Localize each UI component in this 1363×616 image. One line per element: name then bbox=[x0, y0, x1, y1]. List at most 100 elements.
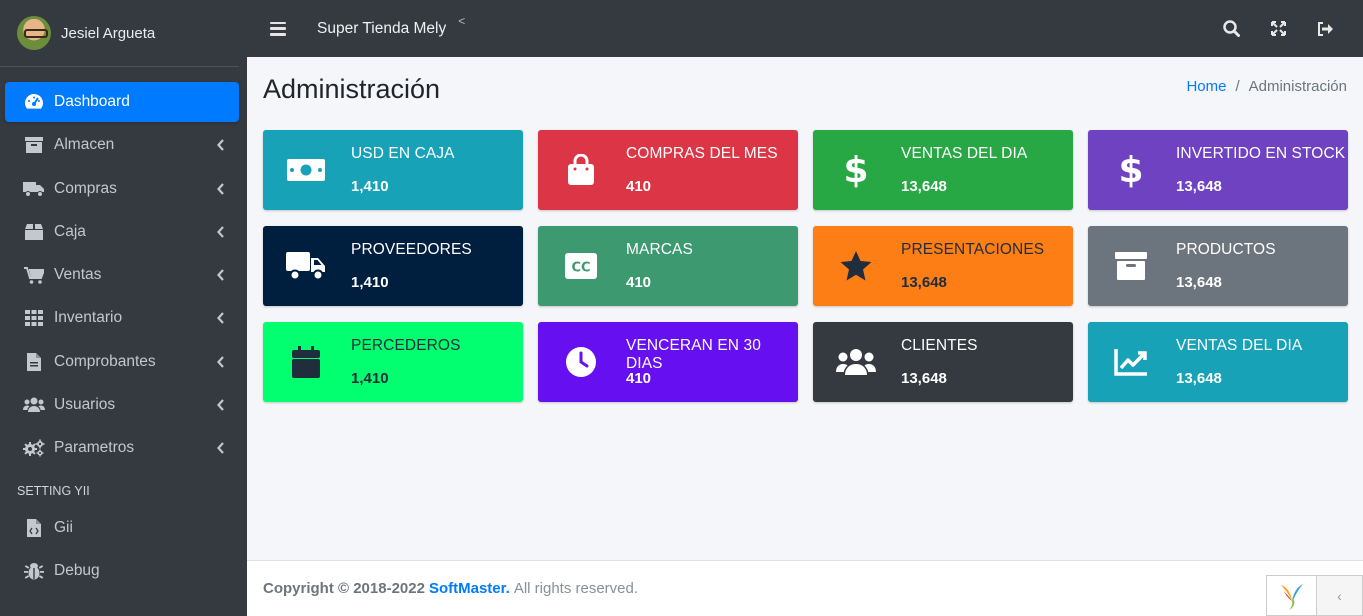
footer-rights: All rights reserved. bbox=[513, 580, 639, 597]
user-panel[interactable]: Jesiel Argueta bbox=[0, 0, 239, 67]
info-box-label: PRESENTACIONES bbox=[901, 241, 1045, 258]
sidebar-item-label: Inventario bbox=[54, 309, 123, 327]
grid-icon bbox=[23, 308, 45, 328]
info-box-venceran-en-30-dias[interactable]: VENCERAN EN 30 DIAS 410 bbox=[538, 322, 798, 402]
brand-caret: < bbox=[458, 13, 466, 28]
calendar-icon bbox=[285, 342, 327, 382]
info-box-value: 13,648 bbox=[901, 178, 947, 195]
bug-icon bbox=[23, 561, 45, 581]
file-code-icon bbox=[23, 518, 45, 538]
info-box-ventas-del-dia[interactable]: $ VENTAS DEL DIA 13,648 bbox=[813, 130, 1073, 210]
sidebar-item-compras[interactable]: Compras bbox=[5, 169, 239, 209]
footer-company-link[interactable]: SoftMaster. bbox=[429, 580, 510, 597]
user-name[interactable]: Jesiel Argueta bbox=[61, 25, 155, 42]
menu-toggle-icon[interactable] bbox=[270, 21, 286, 36]
info-box-value: 13,648 bbox=[901, 370, 947, 387]
info-box-label: COMPRAS DEL MES bbox=[626, 145, 778, 162]
sidebar-item-label: Ventas bbox=[54, 266, 102, 284]
info-box-invertido-en-stock[interactable]: $ INVERTIDO EN STOCK 13,648 bbox=[1088, 130, 1348, 210]
breadcrumb: Home / Administración bbox=[1186, 78, 1347, 95]
svg-text:CC: CC bbox=[571, 261, 590, 276]
info-box-label: USD EN CAJA bbox=[351, 145, 455, 162]
debug-toolbar-toggle[interactable]: ‹ bbox=[1317, 576, 1362, 615]
chevron-left-icon bbox=[217, 225, 225, 243]
info-box-label: MARCAS bbox=[626, 241, 693, 258]
avatar[interactable] bbox=[17, 16, 51, 50]
info-box-label: PERCEDEROS bbox=[351, 337, 461, 354]
info-box-label: VENCERAN EN 30 DIAS bbox=[626, 337, 761, 372]
info-box-marcas[interactable]: CC MARCAS 410 bbox=[538, 226, 798, 306]
sidebar-item-label: Usuarios bbox=[54, 396, 116, 414]
info-box-clientes[interactable]: CLIENTES 13,648 bbox=[813, 322, 1073, 402]
chevron-left-icon bbox=[217, 398, 225, 416]
cart-icon bbox=[23, 265, 45, 285]
sidebar-item-debug[interactable]: Debug bbox=[5, 551, 239, 591]
info-box-presentaciones[interactable]: PRESENTACIONES 13,648 bbox=[813, 226, 1073, 306]
sidebar-setting-nav: Gii Debug bbox=[0, 508, 247, 591]
footer-copyright: Copyright © 2018-2022 bbox=[263, 580, 425, 597]
users-icon bbox=[835, 342, 877, 382]
sidebar-item-label: Dashboard bbox=[54, 93, 130, 110]
logout-icon[interactable] bbox=[1302, 0, 1349, 57]
breadcrumb-separator: / bbox=[1235, 78, 1240, 95]
sidebar-item-label: Debug bbox=[54, 561, 100, 579]
yii-debug-toolbar: ‹ bbox=[1266, 575, 1363, 616]
chevron-left-icon bbox=[217, 355, 225, 373]
sidebar-item-label: Gii bbox=[54, 518, 73, 536]
breadcrumb-current: Administración bbox=[1248, 78, 1347, 95]
sidebar-item-label: Compras bbox=[54, 179, 117, 197]
info-box-compras-del-mes[interactable]: COMPRAS DEL MES 410 bbox=[538, 130, 798, 210]
info-box-proveedores[interactable]: PROVEEDORES 1,410 bbox=[263, 226, 523, 306]
sidebar-item-parametros[interactable]: Parametros bbox=[5, 428, 239, 468]
sidebar-item-dashboard[interactable]: Dashboard bbox=[5, 82, 239, 122]
info-box-ventas-del-dia-2[interactable]: VENTAS DEL DIA 13,648 bbox=[1088, 322, 1348, 402]
dollar-icon: $ bbox=[843, 149, 869, 191]
sidebar-item-ventas[interactable]: Ventas bbox=[5, 255, 239, 295]
footer: Copyright © 2018-2022 SoftMaster. All ri… bbox=[247, 560, 1363, 616]
dollar-icon: $ bbox=[1118, 149, 1144, 191]
info-box-usd-en-caja[interactable]: USD EN CAJA 1,410 bbox=[263, 130, 523, 210]
sidebar-item-almacen[interactable]: Almacen bbox=[5, 125, 239, 165]
sidebar-item-caja[interactable]: Caja bbox=[5, 212, 239, 252]
info-box-label: VENTAS DEL DIA bbox=[1176, 337, 1303, 354]
info-box-label: VENTAS DEL DIA bbox=[901, 145, 1028, 162]
info-box-label: INVERTIDO EN STOCK bbox=[1176, 145, 1346, 162]
chevron-left-icon bbox=[217, 182, 225, 200]
archive-icon bbox=[1110, 246, 1152, 286]
info-box-value: 13,648 bbox=[1176, 274, 1222, 291]
chevron-left-icon bbox=[217, 268, 225, 286]
sidebar-section-header: SETTING YII bbox=[17, 483, 90, 498]
cc-icon: CC bbox=[560, 246, 602, 286]
info-box-value: 410 bbox=[626, 274, 652, 291]
yii-logo-icon[interactable] bbox=[1267, 576, 1317, 615]
money-bill-icon bbox=[285, 150, 327, 190]
tachometer-icon bbox=[23, 92, 45, 112]
info-box-value: 13,648 bbox=[1176, 370, 1222, 387]
topbar-actions bbox=[1208, 0, 1349, 57]
sidebar-item-inventario[interactable]: Inventario bbox=[5, 298, 239, 338]
sidebar-item-usuarios[interactable]: Usuarios bbox=[5, 385, 239, 425]
info-box-value: 1,410 bbox=[351, 274, 389, 291]
shopping-bag-icon bbox=[560, 150, 602, 190]
truck-icon bbox=[23, 179, 45, 199]
info-box-percederos[interactable]: PERCEDEROS 1,410 bbox=[263, 322, 523, 402]
star-icon bbox=[835, 246, 877, 286]
content-header: Administración Home / Administración bbox=[263, 72, 1347, 108]
fullscreen-icon[interactable] bbox=[1255, 0, 1302, 57]
breadcrumb-home-link[interactable]: Home bbox=[1186, 78, 1226, 95]
sidebar-item-label: Almacen bbox=[54, 136, 115, 154]
chevron-left-icon bbox=[217, 311, 225, 329]
truck-icon bbox=[285, 246, 327, 286]
archive-icon bbox=[23, 135, 45, 155]
cogs-icon bbox=[23, 438, 45, 458]
search-icon[interactable] bbox=[1208, 0, 1255, 57]
sidebar-item-comprobantes[interactable]: Comprobantes bbox=[5, 342, 239, 382]
info-box-productos[interactable]: PRODUCTOS 13,648 bbox=[1088, 226, 1348, 306]
store-name[interactable]: Super Tienda Mely bbox=[317, 20, 446, 38]
sidebar-item-gii[interactable]: Gii bbox=[5, 508, 239, 548]
info-box-grid: USD EN CAJA 1,410 COMPRAS DEL MES 410 $ … bbox=[263, 130, 1348, 402]
users-icon bbox=[23, 395, 45, 415]
info-box-label: PRODUCTOS bbox=[1176, 241, 1276, 258]
topbar: Super Tienda Mely < bbox=[247, 0, 1363, 57]
info-box-value: 410 bbox=[626, 178, 652, 195]
